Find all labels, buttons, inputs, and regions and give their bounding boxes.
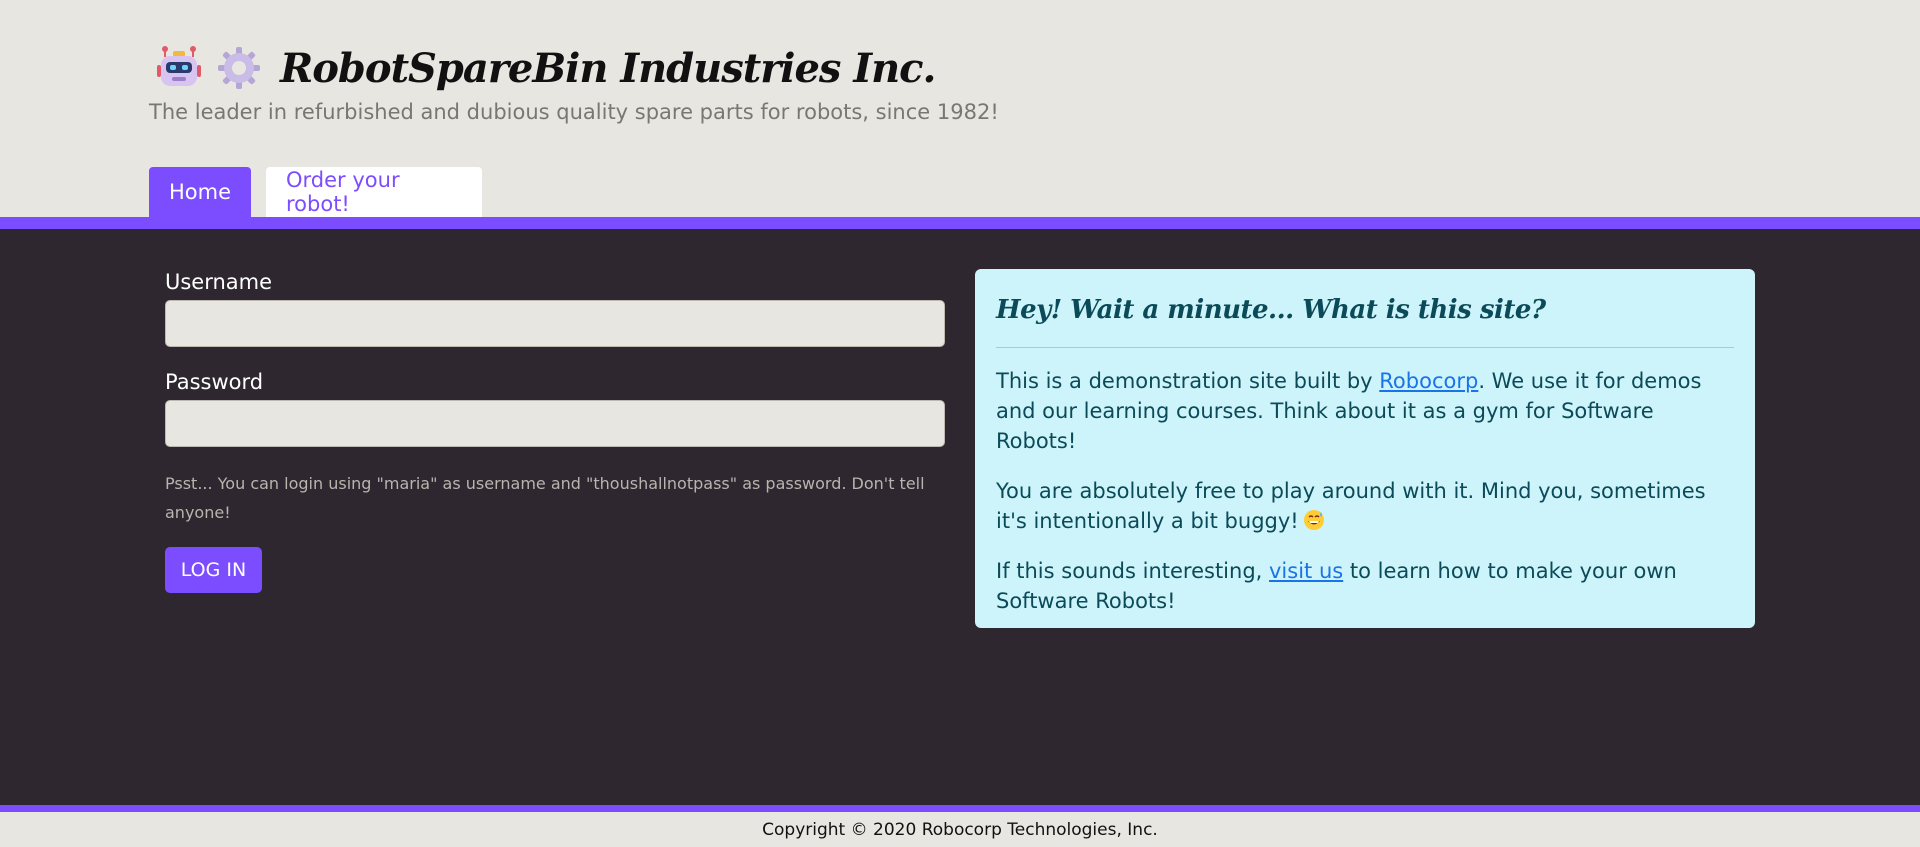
info-card-divider — [996, 347, 1734, 348]
info-paragraph-3: If this sounds interesting, visit us to … — [996, 556, 1734, 616]
tab-home[interactable]: Home — [149, 167, 251, 217]
username-input[interactable] — [165, 300, 945, 347]
tab-order-your-robot[interactable]: Order your robot! — [266, 167, 482, 217]
footer: Copyright © 2020 Robocorp Technologies, … — [0, 812, 1920, 847]
site-tagline: The leader in refurbished and dubious qu… — [149, 100, 999, 124]
copyright-text: Copyright © 2020 Robocorp Technologies, … — [762, 819, 1158, 840]
gear-icon — [218, 47, 260, 89]
password-input[interactable] — [165, 400, 945, 447]
info-text: If this sounds interesting, — [996, 559, 1269, 583]
robocorp-link[interactable]: Robocorp — [1379, 369, 1478, 393]
info-card-title: Hey! Wait a minute... What is this site? — [996, 295, 1546, 325]
username-label: Username — [165, 270, 273, 294]
login-form: Username Password Psst... You can login … — [165, 269, 945, 593]
brand: RobotSpareBin Industries Inc. — [156, 40, 936, 96]
header-divider — [0, 217, 1920, 229]
info-paragraph-2: You are absolutely free to play around w… — [996, 476, 1734, 536]
robot-icon — [157, 46, 201, 86]
info-text: This is a demonstration site built by — [996, 369, 1380, 393]
info-text: You are absolutely free to play around w… — [996, 479, 1706, 533]
password-label: Password — [165, 370, 264, 394]
log-in-button[interactable]: LOG IN — [165, 547, 262, 593]
login-hint: Psst... You can login using "maria" as u… — [165, 474, 925, 522]
footer-divider — [0, 805, 1920, 812]
site-header: RobotSpareBin Industries Inc. The leader… — [0, 0, 1920, 217]
info-paragraph-1: This is a demonstration site built by Ro… — [996, 366, 1734, 456]
info-card: Hey! Wait a minute... What is this site?… — [975, 269, 1755, 628]
grinning-sweat-icon — [1303, 510, 1324, 530]
nav-tabs: Home Order your robot! — [149, 167, 497, 217]
main-content: Username Password Psst... You can login … — [0, 229, 1920, 805]
site-title: RobotSpareBin Industries Inc. — [280, 44, 936, 92]
visit-us-link[interactable]: visit us — [1269, 559, 1343, 583]
